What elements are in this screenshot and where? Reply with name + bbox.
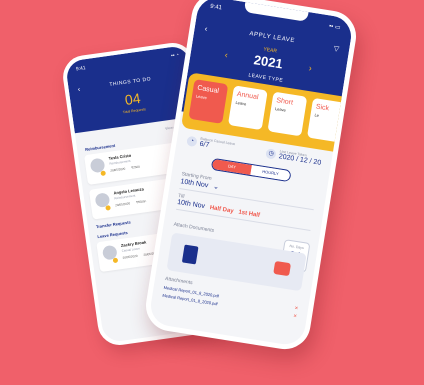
mockup-stage: 9:41 ▪▪ ◔ ‹ THINGS TO DO 04 Total Reques…: [0, 0, 424, 385]
clock-icon: ◷: [265, 147, 277, 160]
duration-day-option[interactable]: DAY: [211, 158, 252, 175]
leave-type-short[interactable]: Short Leave: [267, 91, 308, 137]
filter-icon[interactable]: ▽: [333, 44, 340, 53]
status-dot-icon: [112, 257, 119, 264]
camera-icon[interactable]: [273, 260, 292, 277]
request-date: 20/05/2020: [115, 201, 131, 208]
status-dot-icon: [100, 170, 107, 177]
request-amount: ₹2500: [130, 164, 141, 170]
status-time: 9:41: [75, 65, 87, 73]
last-leave-item: ◷ Last Leave Taken 2020 / 12 / 20: [265, 147, 322, 167]
request-date: 20/05/2020: [110, 166, 126, 173]
half-day-select[interactable]: Half Day: [209, 205, 234, 215]
apply-leave-form: ◔ Balance Casual Leave 6/7 ◷ Last Leave …: [152, 133, 332, 323]
first-half-select[interactable]: 1st Half: [238, 210, 260, 219]
pie-chart-icon: ◔: [186, 135, 198, 147]
remove-icon[interactable]: ×: [294, 306, 298, 312]
chevron-down-icon[interactable]: ⌄: [213, 182, 220, 191]
leave-type-casual[interactable]: Casual Leave: [188, 79, 229, 124]
leave-type-annual[interactable]: Annual Leave: [227, 85, 268, 131]
document-icon[interactable]: [181, 244, 199, 265]
balance-item: ◔ Balance Casual Leave 6/7: [186, 135, 235, 153]
signal-icon: ▪▪ ◔: [170, 52, 180, 60]
status-dot-icon: [105, 205, 111, 211]
request-amount: ₹5500/-: [135, 199, 147, 205]
remove-icon[interactable]: ×: [293, 313, 297, 319]
status-bar: 9:41 ▪▪ ◔: [65, 45, 189, 74]
battery-icon: ▪▪ ▭: [328, 23, 341, 32]
leave-type-sick[interactable]: Sick Le: [306, 97, 347, 143]
status-time: 9:41: [209, 3, 223, 12]
request-date: 20/05/2020: [122, 253, 138, 260]
duration-hourly-option[interactable]: HOURLY: [250, 165, 291, 182]
